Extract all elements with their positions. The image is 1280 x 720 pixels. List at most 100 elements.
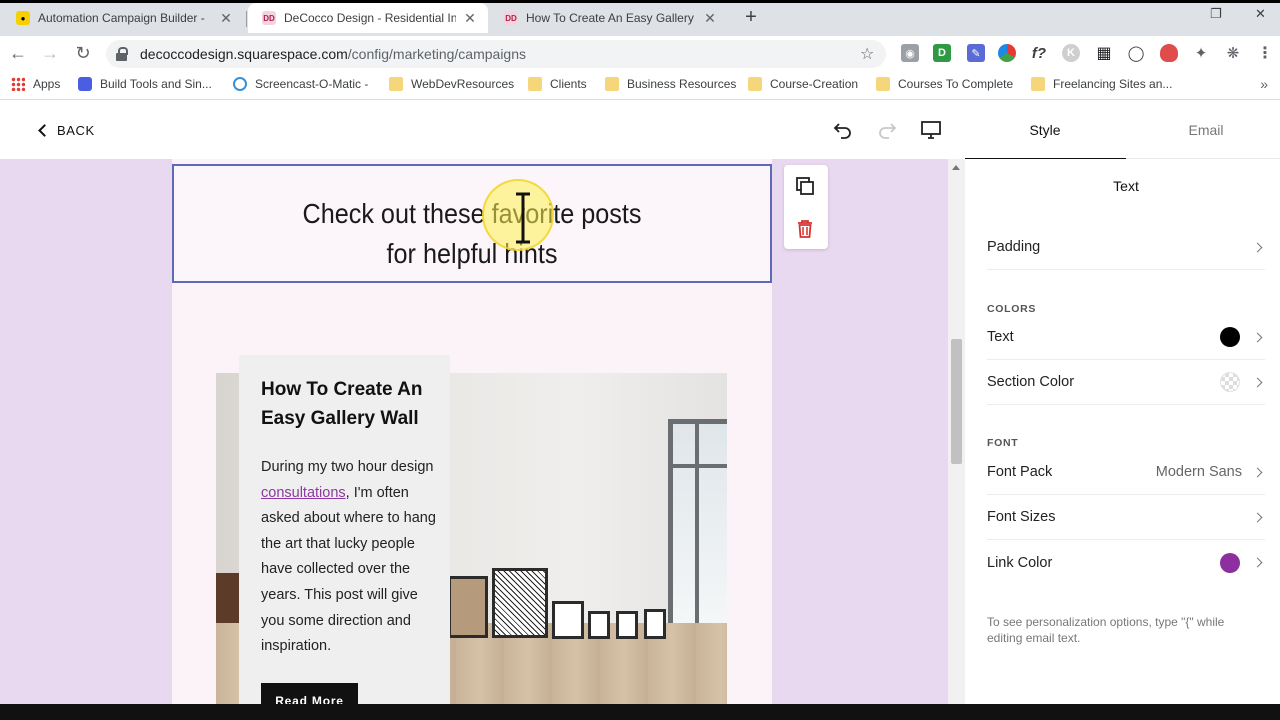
grid-extension-icon[interactable]: ▦ <box>1095 44 1113 62</box>
reload-icon[interactable]: ↻ <box>72 42 94 64</box>
text-color-row[interactable]: Text <box>987 315 1265 360</box>
desktop-preview-icon[interactable] <box>920 119 942 141</box>
window-frame <box>668 419 727 639</box>
bookmark-build-tools[interactable]: Build Tools and Sin... <box>78 77 212 91</box>
tab-title: DeCocco Design - Residential Int <box>284 11 456 25</box>
excerpt-text: , I'm often asked about where to hang th… <box>261 484 436 655</box>
u-logo-icon <box>78 77 92 91</box>
tab-automation-campaign[interactable]: ● Automation Campaign Builder - ✕ <box>2 3 244 33</box>
restore-window-icon[interactable]: ❐ <box>1210 6 1222 22</box>
color-wheel-extension-icon[interactable] <box>998 44 1016 62</box>
personalization-hint: To see personalization options, type "{"… <box>987 615 1225 645</box>
folder-icon <box>528 77 542 91</box>
scroll-up-icon[interactable] <box>952 165 960 170</box>
dis-extension-icon[interactable]: D <box>933 44 951 62</box>
camera-extension-icon[interactable]: ◉ <box>901 44 919 62</box>
post-title[interactable]: How To Create An Easy Gallery Wall <box>261 375 441 433</box>
tab-email[interactable]: Email <box>1126 101 1280 159</box>
excerpt-text: During my two hour design <box>261 459 434 475</box>
picture-frame <box>644 609 666 639</box>
canvas-scrollbar[interactable] <box>948 159 965 704</box>
bookmark-label: Build Tools and Sin... <box>100 77 212 91</box>
tab-gallery-wall[interactable]: DD How To Create An Easy Gallery W ✕ <box>490 3 728 33</box>
section-heading[interactable]: Check out these favorite posts for helpf… <box>204 194 740 274</box>
chrome-menu-icon[interactable]: ⋮ <box>1256 44 1274 62</box>
text-cursor-icon <box>516 192 530 244</box>
chevron-left-icon <box>38 124 51 137</box>
navigation-bar: ← → ↻ decoccodesign.squarespace.com/conf… <box>0 36 1280 70</box>
chevron-right-icon <box>1252 512 1263 522</box>
email-body: Check out these favorite posts for helpf… <box>172 159 772 704</box>
font-sizes-row[interactable]: Font Sizes <box>987 495 1265 540</box>
heading-line-2: for helpful hints <box>386 238 558 269</box>
tab-divider <box>246 11 247 27</box>
close-tab-icon[interactable]: ✕ <box>218 10 234 27</box>
post-excerpt: During my two hour design consultations,… <box>261 455 441 660</box>
dd-icon: DD <box>504 11 518 25</box>
pocket-extension-icon[interactable]: ◯ <box>1127 44 1145 62</box>
scrollbar-thumb[interactable] <box>951 339 962 464</box>
pen-extension-icon[interactable]: ✎ <box>967 44 985 62</box>
padding-row[interactable]: Padding <box>987 225 1265 270</box>
duplicate-icon[interactable] <box>795 176 815 196</box>
bookmarks-bar: Apps Build Tools and Sin... Screencast-O… <box>0 70 1280 100</box>
style-panel: Text Padding COLORS Text Section Color F… <box>965 159 1280 704</box>
shield-extension-icon[interactable] <box>1160 44 1178 62</box>
section-color-swatch <box>1220 372 1240 392</box>
bookmark-freelancing-sites[interactable]: Freelancing Sites an... <box>1031 77 1172 91</box>
redo-icon[interactable] <box>876 119 898 141</box>
block-toolbar <box>784 165 828 249</box>
text-color-swatch <box>1220 327 1240 347</box>
dd-icon: DD <box>262 11 276 25</box>
bookmark-label: Courses To Complete <box>898 77 1014 91</box>
heading-line-1: Check out these favorite posts <box>302 198 642 229</box>
font-pack-row[interactable]: Font Pack Modern Sans <box>987 450 1265 495</box>
chevron-right-icon <box>1252 332 1263 342</box>
profile-icon[interactable]: ❋ <box>1224 44 1242 62</box>
tab-title: How To Create An Easy Gallery W <box>526 11 696 25</box>
font-sizes-label: Font Sizes <box>987 509 1056 525</box>
selected-text-block[interactable]: Check out these favorite posts for helpf… <box>172 164 772 283</box>
link-color-row[interactable]: Link Color <box>987 540 1265 585</box>
forward-arrow-icon[interactable]: → <box>39 42 61 64</box>
bookmark-screencast[interactable]: Screencast-O-Matic - <box>233 77 368 91</box>
consultations-link[interactable]: consultations <box>261 485 346 501</box>
bookmark-webdevresources[interactable]: WebDevResources <box>389 77 514 91</box>
email-canvas: Check out these favorite posts for helpf… <box>0 159 965 704</box>
colors-section-label: COLORS <box>987 303 1037 315</box>
bookmark-label: Clients <box>550 77 587 91</box>
puzzle-extensions-icon[interactable]: ✦ <box>1192 44 1210 62</box>
bookmark-clients[interactable]: Clients <box>528 77 587 91</box>
close-tab-icon[interactable]: ✕ <box>702 10 718 27</box>
close-window-icon[interactable]: ✕ <box>1255 6 1266 22</box>
bookmark-label: Screencast-O-Matic - <box>255 77 369 91</box>
close-tab-icon[interactable]: ✕ <box>462 10 478 27</box>
bookmark-apps[interactable]: Apps <box>11 77 60 91</box>
tab-decocco-design[interactable]: DD DeCocco Design - Residential Int ✕ <box>248 3 488 33</box>
bookmark-label: WebDevResources <box>411 77 515 91</box>
new-tab-button[interactable]: + <box>742 6 760 28</box>
font-section-label: FONT <box>987 437 1019 449</box>
bookmark-label: Apps <box>33 77 61 91</box>
bookmark-course-creation[interactable]: Course-Creation <box>748 77 858 91</box>
read-more-button[interactable]: Read More <box>261 683 358 704</box>
bookmarks-overflow-button[interactable]: » <box>1260 76 1268 92</box>
bookmark-label: Freelancing Sites an... <box>1053 77 1173 91</box>
lock-icon <box>116 47 128 61</box>
back-button[interactable]: BACK <box>38 123 95 138</box>
section-color-row[interactable]: Section Color <box>987 360 1265 405</box>
tab-style[interactable]: Style <box>965 101 1126 160</box>
bookmark-courses-to-complete[interactable]: Courses To Complete <box>876 77 1013 91</box>
trash-icon[interactable] <box>796 219 814 239</box>
font-detect-extension-icon[interactable]: f? <box>1030 44 1048 62</box>
undo-icon[interactable] <box>832 119 854 141</box>
bottom-border <box>0 704 1280 720</box>
bookmark-star-icon[interactable]: ☆ <box>860 44 874 64</box>
address-bar[interactable]: decoccodesign.squarespace.com/config/mar… <box>106 40 886 68</box>
screencast-icon <box>233 77 247 91</box>
k-extension-icon[interactable]: K <box>1062 44 1080 62</box>
bookmark-label: Business Resources <box>627 77 737 91</box>
back-arrow-icon[interactable]: ← <box>7 42 29 64</box>
font-pack-value: Modern Sans <box>1155 464 1242 480</box>
bookmark-business-resources[interactable]: Business Resources <box>605 77 736 91</box>
